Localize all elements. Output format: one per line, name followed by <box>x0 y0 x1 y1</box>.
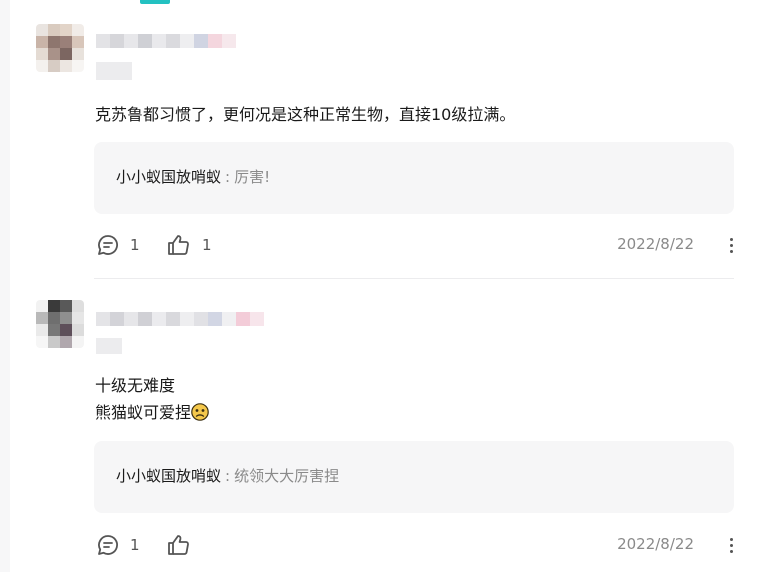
thumbs-up-icon <box>166 533 192 557</box>
comment-actions: 1 1 2022/8/22 <box>96 231 736 259</box>
reply-content: 厉害! <box>234 168 271 186</box>
comment-bubble-icon <box>96 533 120 557</box>
user-level-blurred <box>96 338 122 354</box>
comment-bubble-icon <box>96 233 120 257</box>
comment-divider <box>94 278 734 279</box>
more-options-icon[interactable] <box>726 233 736 257</box>
reply-content: 统领大大厉害捏 <box>234 467 340 485</box>
reply-line: 小小蚁国放哨蚁: 厉害! <box>116 164 270 190</box>
like-count: 1 <box>202 236 212 254</box>
user-level-blurred <box>96 62 132 80</box>
reply-separator: : <box>225 168 231 186</box>
comment-text: 十级无难度 熊猫蚁可爱捏 <box>95 372 209 426</box>
username-blurred[interactable] <box>96 34 246 48</box>
like-button[interactable] <box>166 531 202 559</box>
comment-date: 2022/8/22 <box>617 535 694 553</box>
reply-line: 小小蚁国放哨蚁: 统领大大厉害捏 <box>116 463 339 489</box>
reply-box[interactable]: 小小蚁国放哨蚁: 统领大大厉害捏 <box>94 441 734 513</box>
comment-line: 熊猫蚁可爱捏 <box>95 403 192 422</box>
comment-actions: 1 2022/8/22 <box>96 531 736 559</box>
like-button[interactable]: 1 <box>166 231 212 259</box>
thumbs-up-icon <box>166 233 192 257</box>
comment-date: 2022/8/22 <box>617 235 694 253</box>
reply-button[interactable]: 1 <box>96 231 140 259</box>
reply-count: 1 <box>130 236 140 254</box>
avatar[interactable] <box>36 300 84 348</box>
username-blurred[interactable] <box>96 312 276 326</box>
reply-author[interactable]: 小小蚁国放哨蚁 <box>116 467 221 485</box>
comment-line-with-emoji: 熊猫蚁可爱捏 <box>95 399 209 426</box>
comment-line: 克苏鲁都习惯了，更何况是这种正常生物，直接10级拉满。 <box>95 105 516 124</box>
reply-separator: : <box>225 467 231 485</box>
active-tab-indicator <box>140 0 170 4</box>
reply-button[interactable]: 1 <box>96 531 140 559</box>
more-options-icon[interactable] <box>726 533 736 557</box>
reply-count: 1 <box>130 536 140 554</box>
avatar[interactable] <box>36 24 84 72</box>
comment-line: 十级无难度 <box>95 376 176 395</box>
comment-text: 克苏鲁都习惯了，更何况是这种正常生物，直接10级拉满。 <box>95 101 515 128</box>
reply-author[interactable]: 小小蚁国放哨蚁 <box>116 168 221 186</box>
worried-face-emoji-icon <box>191 402 209 421</box>
reply-box[interactable]: 小小蚁国放哨蚁: 厉害! <box>94 142 734 214</box>
page-left-edge <box>0 0 10 572</box>
